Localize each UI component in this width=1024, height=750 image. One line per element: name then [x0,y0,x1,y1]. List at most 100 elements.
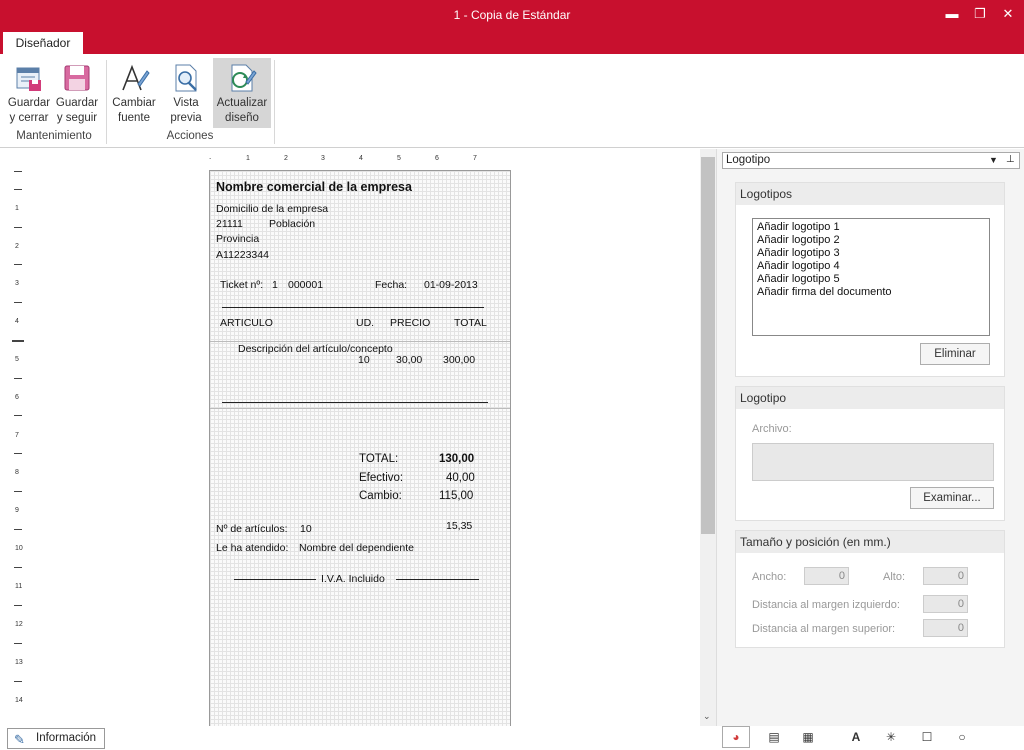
scrollbar-thumb[interactable] [701,157,715,534]
logos-group: Logotipos Añadir logotipo 1 Añadir logot… [735,182,1005,377]
top-margin-field[interactable]: 0 [923,619,968,637]
ruler-tick [14,605,22,606]
change-label[interactable]: Cambio: [359,490,402,502]
vat-line-left [234,579,316,580]
preview-label-2: previa [170,112,202,124]
ruler-label: 12 [15,621,23,628]
ruler-tick [14,415,22,416]
ruler-dot: ⋅ [209,156,212,163]
misc-value[interactable]: 15,35 [446,520,472,532]
province[interactable]: Provincia [216,233,259,245]
tax-id[interactable]: A11223344 [216,249,269,261]
canvas-scrollbar[interactable]: ⌄ [700,149,716,726]
ruler-tick [14,378,22,379]
list-item[interactable]: Añadir logotipo 5 [757,273,985,286]
height-field[interactable]: 0 [923,567,968,585]
title-bar: 1 - Copia de Estándar ▬ ❐ ✕ [0,0,1024,30]
ruler-label: 4 [15,318,19,325]
save-close-label-1: Guardar [7,97,51,109]
pencil-info-icon: ✎ [14,732,25,747]
logo-tool-tab[interactable]: ◕ [722,726,750,748]
column-units[interactable]: UD. [356,317,374,329]
scroll-down-icon[interactable]: ⌄ [703,711,711,722]
ticket-series[interactable]: 1 [272,279,278,291]
vat-included-note[interactable]: I.V.A. Incluido [321,573,385,585]
company-name[interactable]: Nombre comercial de la empresa [216,180,412,194]
update-design-button[interactable]: Actualizar diseño [213,58,271,128]
articles-count-value[interactable]: 10 [300,523,312,535]
ticket-design-page[interactable]: Nombre comercial de la empresa Domicilio… [209,170,511,730]
save-close-icon [16,67,41,91]
group-acciones: Acciones [166,130,214,142]
left-margin-field[interactable]: 0 [923,595,968,613]
column-total[interactable]: TOTAL [454,317,487,329]
minimize-button[interactable]: ▬ [940,4,964,24]
save-continue-button[interactable]: Guardar y seguir [54,58,100,128]
list-item[interactable]: Añadir firma del documento [757,286,985,299]
ribbon-separator [274,60,275,144]
page-icon[interactable]: ▤ [767,730,781,744]
printer-icon[interactable]: ▦ [801,730,815,744]
preview-magnifier-icon [175,64,197,92]
size-position-group: Tamaño y posición (en mm.) Ancho: 0 Alto… [735,530,1005,648]
palette-icon: ◕ [732,730,740,744]
update-design-label-1: Actualizar [216,97,268,109]
list-item[interactable]: Añadir logotipo 1 [757,221,985,234]
rectangle-tool-icon[interactable]: ☐ [920,730,934,744]
cash-value[interactable]: 40,00 [446,472,475,484]
item-total[interactable]: 300,00 [443,354,475,366]
save-close-button[interactable]: Guardar y cerrar [6,58,52,128]
information-label: Información [36,732,97,744]
ruler-tick [14,643,22,644]
column-article[interactable]: ARTICULO [220,317,273,329]
list-item[interactable]: Añadir logotipo 3 [757,247,985,260]
tab-disenador[interactable]: Diseñador [3,32,83,54]
maximize-button[interactable]: ❐ [968,4,992,24]
total-value[interactable]: 130,00 [439,453,474,465]
item-price[interactable]: 30,00 [396,354,422,366]
ruler-label: 5 [15,356,19,363]
chevron-down-icon[interactable]: ▼ [989,153,998,168]
change-value[interactable]: 115,00 [439,490,473,502]
company-address[interactable]: Domicilio de la empresa [216,203,328,215]
circle-tool-icon[interactable]: ○ [955,730,969,744]
articles-count-label[interactable]: Nº de artículos: [216,523,288,535]
column-price[interactable]: PRECIO [390,317,430,329]
text-tool-icon[interactable]: A [849,730,863,744]
town[interactable]: Población [269,218,315,230]
top-margin-label: Distancia al margen superior: [752,623,896,635]
ruler-label: 6 [435,155,439,162]
left-margin-label: Distancia al margen izquierdo: [752,599,900,611]
width-field[interactable]: 0 [804,567,849,585]
served-by-label[interactable]: Le ha atendido: [216,542,288,554]
save-continue-label-1: Guardar [55,97,99,109]
change-font-button[interactable]: Cambiar fuente [110,58,158,128]
served-by-value[interactable]: Nombre del dependiente [299,542,414,554]
ticket-number[interactable]: 000001 [288,279,323,291]
preview-button[interactable]: Vista previa [164,58,208,128]
logos-list[interactable]: Añadir logotipo 1 Añadir logotipo 2 Añad… [752,218,990,336]
separator-line [222,307,484,308]
cash-label[interactable]: Efectivo: [359,472,403,484]
line-tool-icon[interactable]: ✳ [884,730,898,744]
date-label[interactable]: Fecha: [375,279,407,291]
ruler-label: 6 [15,394,19,401]
item-units[interactable]: 10 [358,354,370,366]
information-button[interactable]: ✎ Información [7,728,105,749]
postal-code[interactable]: 21111 [216,218,243,230]
update-design-label-2: diseño [225,112,259,124]
design-canvas[interactable]: ⋅ 1 2 3 4 5 6 7 1 2 3 4 5 6 7 8 9 10 11 … [0,149,716,730]
pin-icon[interactable]: ⊥ [1006,152,1015,167]
delete-button[interactable]: Eliminar [920,343,990,365]
close-button[interactable]: ✕ [996,4,1020,24]
panel-toolbar: ◕ ▤ ▦ A ✳ ☐ ○ [716,726,1024,750]
browse-button[interactable]: Examinar... [910,487,994,509]
list-item[interactable]: Añadir logotipo 4 [757,260,985,273]
logo-image-box[interactable] [752,443,994,481]
ticket-date[interactable]: 01-09-2013 [424,279,478,291]
total-label[interactable]: TOTAL: [359,453,398,465]
list-item[interactable]: Añadir logotipo 2 [757,234,985,247]
panel-selector[interactable]: Logotipo ▼ ⊥ [722,152,1020,169]
ticket-number-label[interactable]: Ticket nº: [220,279,263,291]
ruler-tick [14,189,22,190]
